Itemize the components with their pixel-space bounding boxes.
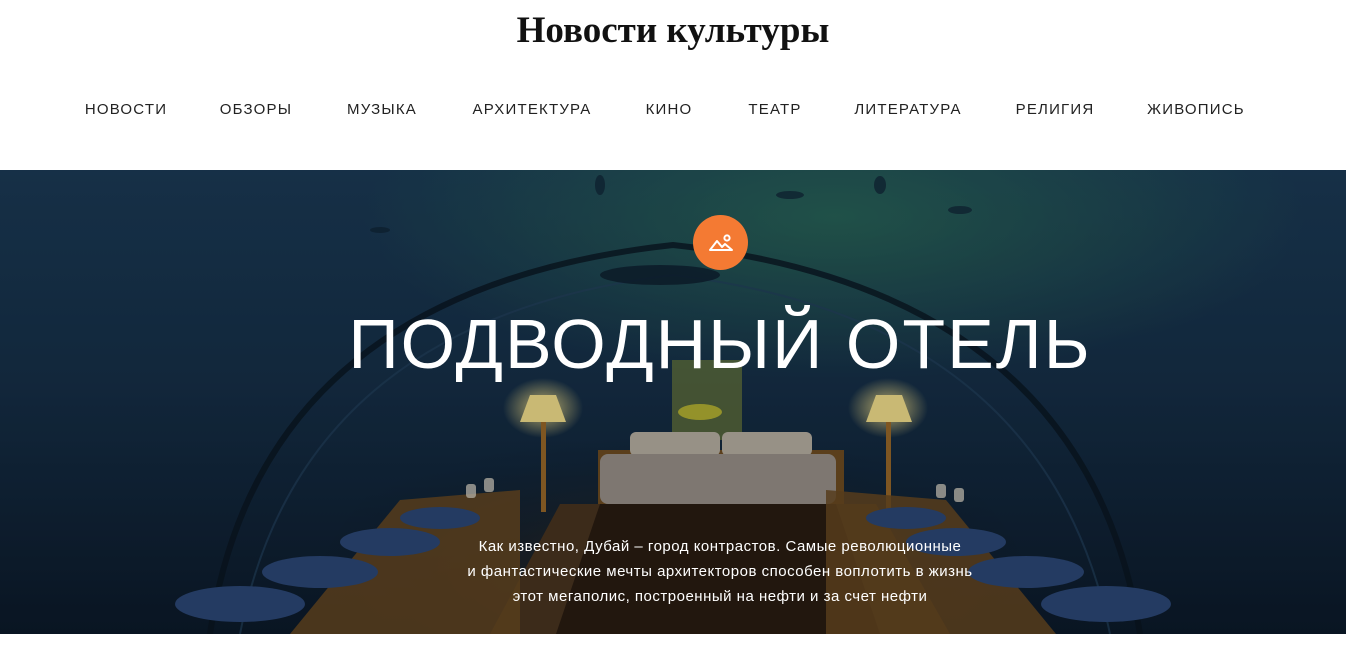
nav-item-cinema[interactable]: КИНО	[646, 99, 693, 121]
main-nav: НОВОСТИ ОБЗОРЫ МУЗЫКА АРХИТЕКТУРА КИНО Т…	[0, 99, 1346, 123]
hero-title[interactable]: ПОДВОДНЫЙ ОТЕЛЬ	[0, 302, 1346, 386]
hero-description-line: Как известно, Дубай – город контрастов. …	[478, 538, 962, 555]
nav-item-painting[interactable]: ЖИВОПИСЬ	[1147, 99, 1245, 121]
nav-item-reviews[interactable]: ОБЗОРЫ	[220, 99, 292, 121]
hero-description-line: и фантастические мечты архитекторов спос…	[467, 563, 973, 580]
hero-banner[interactable]: ПОДВОДНЫЙ ОТЕЛЬ Как известно, Дубай – го…	[0, 170, 1346, 634]
hero-description: Как известно, Дубай – город контрастов. …	[400, 534, 1040, 609]
site-title[interactable]: Новости культуры	[0, 8, 1346, 54]
nav-item-news[interactable]: НОВОСТИ	[85, 99, 167, 121]
nav-item-theatre[interactable]: ТЕАТР	[748, 99, 801, 121]
nav-item-religion[interactable]: РЕЛИГИЯ	[1016, 99, 1095, 121]
hero-description-line: этот мегаполис, построенный на нефти и з…	[512, 588, 928, 605]
nav-item-architecture[interactable]: АРХИТЕКТУРА	[473, 99, 592, 121]
hero-category-badge[interactable]	[693, 215, 748, 270]
image-icon	[709, 234, 733, 251]
nav-item-music[interactable]: МУЗЫКА	[347, 99, 417, 121]
nav-item-literature[interactable]: ЛИТЕРАТУРА	[854, 99, 961, 121]
